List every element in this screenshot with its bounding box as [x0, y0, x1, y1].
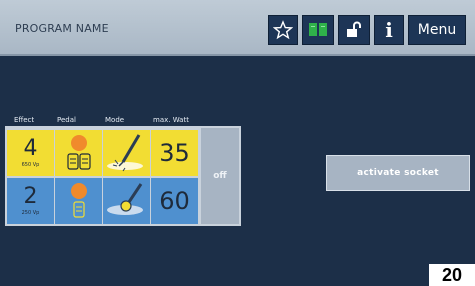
max-watt-cell[interactable]: 60 — [151, 178, 198, 224]
device-screen: PROGRAM NAME i Menu Effect Pedal Mode ma… — [0, 0, 475, 286]
effect-voltage: 650 Vp — [21, 162, 40, 168]
coag-instrument-icon — [106, 183, 143, 215]
lock-button[interactable] — [338, 15, 370, 45]
book-button[interactable] — [302, 15, 334, 45]
favorite-button[interactable] — [268, 15, 298, 45]
book-icon — [309, 22, 327, 38]
off-label: off — [213, 171, 227, 181]
effect-value: 4 — [23, 136, 38, 161]
menu-label: Menu — [417, 22, 457, 38]
double-pedal-icon — [66, 135, 91, 170]
max-watt-cell[interactable]: 35 — [151, 130, 198, 176]
effect-cell[interactable]: 4 650 Vp — [7, 130, 54, 176]
column-label-effect: Effect — [14, 116, 35, 124]
max-watt-value: 60 — [159, 187, 190, 215]
effect-voltage: 250 Vp — [21, 210, 40, 216]
info-icon: i — [385, 18, 393, 42]
pedal-cell[interactable] — [55, 130, 102, 176]
off-button[interactable]: off — [201, 128, 239, 224]
cut-instrument-icon — [106, 134, 143, 172]
mode-cell[interactable] — [103, 130, 150, 176]
header-bar: PROGRAM NAME i Menu — [0, 0, 475, 56]
single-pedal-icon — [70, 183, 87, 218]
page-number-label: 20 — [441, 264, 463, 285]
menu-button[interactable]: Menu — [408, 15, 466, 45]
activate-socket-label: activate socket — [357, 168, 439, 178]
unlock-icon — [347, 21, 361, 37]
page-number: 20 — [429, 264, 475, 286]
effect-cell[interactable]: 2 250 Vp — [7, 178, 54, 224]
program-name: PROGRAM NAME — [15, 22, 109, 35]
column-label-mode: Mode — [105, 116, 125, 124]
info-button[interactable]: i — [374, 15, 404, 45]
pedal-cell[interactable] — [55, 178, 102, 224]
column-label-pedal: Pedal — [57, 116, 76, 124]
mode-cell[interactable] — [103, 178, 150, 224]
max-watt-value: 35 — [159, 139, 190, 167]
star-icon — [273, 20, 293, 40]
activate-socket-button[interactable]: activate socket — [326, 155, 470, 191]
column-label-max-watt: max. Watt — [153, 116, 189, 124]
effect-value: 2 — [23, 184, 38, 209]
